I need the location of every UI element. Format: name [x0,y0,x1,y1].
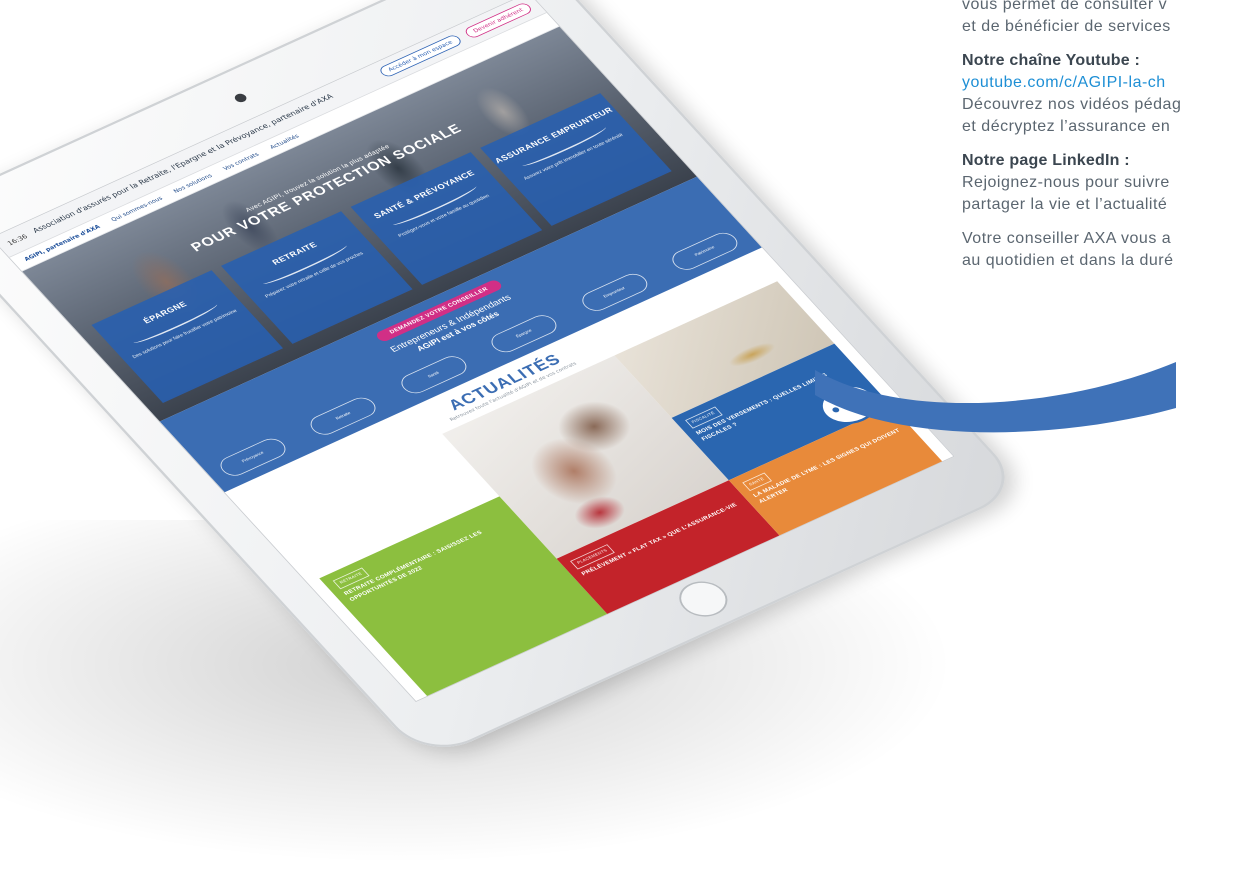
youtube-desc: Découvrez nos vidéos pédag [962,96,1182,113]
advisor-text: Votre conseiller AXA vous a [962,230,1172,247]
status-time: 16:36 [5,232,29,247]
home-button[interactable] [669,575,737,624]
linkedin-heading: Notre page LinkedIn : [962,152,1130,169]
side-text-column: vous permet de consulter v et de bénéfic… [962,0,1246,360]
advisor-text: au quotidien et dans la duré [962,252,1174,269]
linkedin-desc: Rejoignez-nous pour suivre [962,174,1170,191]
linkedin-desc: partager la vie et l’actualité [962,196,1168,213]
news-tag: PRÉVOYANCE [447,689,488,702]
youtube-heading: Notre chaîne Youtube : [962,52,1141,69]
youtube-desc: et décryptez l’assurance en [962,118,1171,135]
youtube-link[interactable]: youtube.com/c/AGIPI-la-ch [962,72,1246,94]
side-text-line: et de bénéficier de services [962,18,1171,35]
camera-icon [232,92,249,104]
side-text-line: vous permet de consulter v [962,0,1168,13]
